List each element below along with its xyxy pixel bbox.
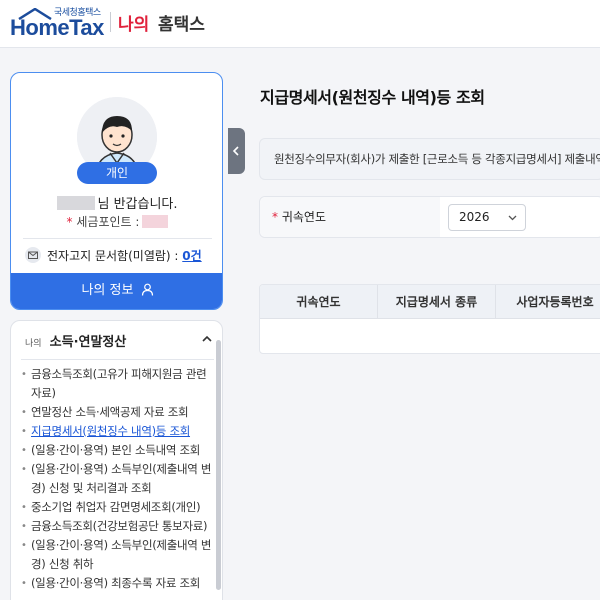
notice-box: 원천징수의무자(회사)가 제출한 [근로소득 등 각종지급명세서] 제출내역 [259, 138, 600, 180]
sidebar-collapse-toggle[interactable] [228, 128, 245, 174]
menu-item[interactable]: 연말정산 소득·세액공제 자료 조회 [21, 403, 213, 422]
mail-icon [25, 247, 41, 263]
page-title: 지급명세서(원천징수 내역)등 조회 [260, 88, 485, 107]
filter-panel: * 귀속연도 2026 [259, 196, 600, 238]
profile-card: 개인 님 반갑습니다. * 세금포인트 : 전자고지 문서함(미열람) : 0건… [10, 72, 223, 310]
menu-item-active[interactable]: 지급명세서(원천징수 내역)등 조회 [21, 422, 213, 441]
menu-category-prefix: 나의 [25, 339, 42, 349]
my-info-button[interactable]: 나의 정보 [11, 273, 222, 309]
masked-points [142, 215, 169, 228]
chevron-left-icon [232, 146, 239, 156]
menu-divider [21, 359, 214, 360]
results-table: 귀속연도 지급명세서 종류 사업자등록번호 [259, 284, 600, 354]
brand-my[interactable]: 나의 [118, 10, 149, 35]
required-star-icon: * [272, 210, 278, 224]
my-info-label: 나의 정보 [81, 283, 134, 298]
brand-hometax[interactable]: 홈택스 [158, 10, 205, 35]
menu-item[interactable]: (일용·간이·용역) 본인 소득내역 조회 [21, 441, 213, 460]
menu-item[interactable]: 중소기업 취업자 감면명세조회(개인) [21, 498, 213, 517]
menu-item[interactable]: 금융소득조회(고유가 피해지원금 관련자료) [21, 365, 213, 403]
menu-item[interactable]: (일용·간이·용역) 최종수록 자료 조회 [21, 574, 213, 593]
mailbox-row: 전자고지 문서함(미열람) : 0건 [25, 245, 215, 267]
user-icon [141, 283, 153, 296]
greeting: 님 반갑습니다. [11, 193, 222, 212]
menu-list: 금융소득조회(고유가 피해지원금 관련자료) 연말정산 소득·세액공제 자료 조… [21, 365, 213, 593]
menu-category-title: 소득·연말정산 [49, 335, 127, 350]
hometax-logo[interactable]: 국세청홈택스 HomeTax [8, 4, 108, 42]
tax-points-label: 세금포인트 : [76, 215, 140, 229]
header-divider [110, 12, 111, 32]
filter-label-cell: * 귀속연도 [260, 197, 440, 237]
year-select[interactable]: 2026 [448, 204, 526, 231]
masked-name [57, 196, 96, 210]
profile-divider [23, 238, 212, 239]
filter-label-text: 귀속연도 [281, 210, 326, 224]
filter-label: * 귀속연도 [272, 208, 326, 225]
year-select-value: 2026 [459, 210, 490, 224]
greeting-text: 님 반갑습니다. [97, 197, 178, 212]
menu-item[interactable]: (일용·간이·용역) 소득부인(제출내역 변경) 신청 취하 [21, 536, 213, 574]
column-header: 지급명세서 종류 [378, 285, 496, 319]
top-header: 국세청홈택스 HomeTax 나의 홈택스 [0, 0, 600, 48]
chevron-up-icon[interactable] [201, 333, 213, 345]
menu-item[interactable]: (일용·간이·용역) 소득부인(제출내역 변경) 신청 및 처리결과 조회 [21, 460, 213, 498]
bullet-star-icon: * [66, 215, 73, 229]
mailbox-count-link[interactable]: 0건 [182, 249, 201, 263]
sidebar-menu: 나의 소득·연말정산 금융소득조회(고유가 피해지원금 관련자료) 연말정산 소… [10, 320, 223, 600]
menu-item[interactable]: 금융소득조회(건강보험공단 통보자료) [21, 517, 213, 536]
mailbox-label: 전자고지 문서함(미열람) : [47, 249, 179, 263]
user-type-badge: 개인 [77, 162, 157, 184]
tax-points: * 세금포인트 : [11, 213, 222, 230]
menu-scrollbar[interactable] [216, 340, 221, 590]
logo-text: HomeTax [10, 15, 104, 40]
table-header: 귀속연도 지급명세서 종류 사업자등록번호 [260, 285, 600, 319]
chevron-down-icon [508, 215, 517, 221]
menu-category-header[interactable]: 나의 소득·연말정산 [25, 331, 215, 351]
column-header: 사업자등록번호 [516, 295, 594, 309]
column-header: 귀속연도 [260, 285, 378, 319]
